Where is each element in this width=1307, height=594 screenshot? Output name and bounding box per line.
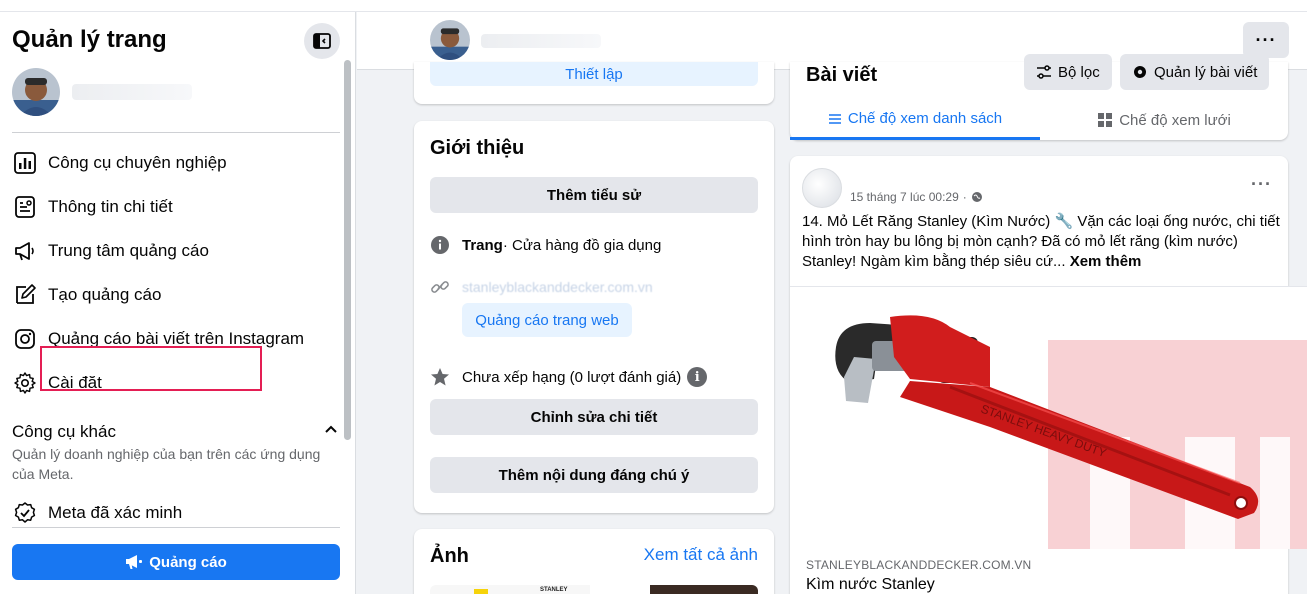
info-icon[interactable]: i (687, 367, 708, 387)
bar-chart-icon (12, 150, 38, 176)
add-featured-button[interactable]: Thêm nội dung đáng chú ý (430, 457, 758, 493)
chevron-up-icon[interactable] (324, 422, 338, 441)
photo-thumbnail[interactable]: STANLEY (430, 585, 590, 594)
sidebar-toggle-icon (313, 33, 331, 49)
sidebar-item-professional-tools[interactable]: Công cụ chuyên nghiệp (12, 146, 227, 180)
link-preview-title[interactable]: Kìm nước Stanley (806, 576, 935, 594)
create-ad-button[interactable]: Quảng cáo (12, 544, 340, 580)
page-profile-name-blurred (72, 84, 192, 100)
post-image[interactable]: STANLEY HEAVY DUTY (790, 286, 1307, 549)
divider (12, 527, 340, 528)
pencil-icon (12, 282, 38, 308)
post-options-button[interactable]: ··· (1251, 174, 1272, 195)
see-all-photos-link[interactable]: Xem tất cả ảnh (644, 545, 758, 565)
setup-card: Thiết lập (414, 62, 774, 104)
edit-details-button[interactable]: Chỉnh sửa chi tiết (430, 399, 758, 435)
posts-title: Bài viết (806, 64, 878, 86)
avatar-image (12, 68, 60, 116)
sidebar-item-insights[interactable]: Thông tin chi tiết (12, 190, 173, 224)
photo-thumbnail[interactable] (650, 585, 758, 594)
meta-separator: · (962, 190, 967, 204)
tab-grid-view[interactable]: Chế độ xem lưới (1040, 100, 1288, 140)
collapse-sidebar-button[interactable] (304, 23, 340, 59)
browser-top-strip (0, 0, 1307, 12)
intro-title: Giới thiệu (430, 137, 525, 159)
tab-label: Chế độ xem danh sách (847, 110, 1003, 127)
filter-button[interactable]: Bộ lọc (1024, 54, 1112, 90)
header-more-button[interactable]: ··· (1243, 22, 1289, 58)
tab-label: Chế độ xem lưới (1119, 111, 1231, 129)
sidebar-item-label: Thông tin chi tiết (48, 197, 173, 216)
gear-icon (12, 370, 38, 396)
sidebar-item-meta-verified[interactable]: Meta đã xác minh (12, 496, 182, 530)
other-tools-title: Công cụ khác (12, 422, 116, 441)
rating-text: Chưa xếp hạng (0 lượt đánh giá) (462, 368, 682, 386)
page-profile-avatar[interactable] (12, 68, 60, 116)
verified-badge-icon (12, 500, 38, 526)
sidebar-item-label: Meta đã xác minh (48, 503, 183, 522)
pipe-wrench-image: STANLEY HEAVY DUTY (835, 315, 1307, 549)
filter-label: Bộ lọc (1058, 63, 1100, 81)
post-time[interactable]: 15 tháng 7 lúc 00:29 (850, 190, 959, 204)
see-more-link[interactable]: Xem thêm (1070, 253, 1142, 270)
post-card: 15 tháng 7 lúc 00:29 · ··· 14. Mỏ Lết Ră… (790, 156, 1307, 594)
sidebar-item-label: Trung tâm quảng cáo (48, 241, 209, 260)
other-tools-description: Quản lý doanh nghiệp của bạn trên các ứn… (12, 446, 321, 482)
post-body: 14. Mỏ Lết Răng Stanley (Kìm Nước) 🔧 Vặn… (802, 212, 1292, 272)
sidebar-title: Quản lý trang (12, 26, 167, 53)
posts-header-card: Bài viết Bộ lọc Quản lý bài viết Chế độ … (790, 54, 1288, 140)
post-author-avatar[interactable] (802, 168, 842, 208)
photos-title: Ảnh (430, 545, 469, 567)
category-row: Trang · Cửa hàng đồ gia dụng (430, 235, 661, 255)
filter-icon (1037, 65, 1051, 79)
list-icon (828, 113, 841, 124)
website-row: stanleyblackanddecker.com.vn (430, 277, 653, 297)
avatar-image (430, 20, 470, 60)
gear-icon (1134, 66, 1146, 78)
manage-posts-label: Quản lý bài viết (1154, 63, 1258, 81)
photos-card: Ảnh Xem tất cả ảnh STANLEY (414, 529, 774, 594)
manage-posts-button[interactable]: Quản lý bài viết (1120, 54, 1270, 90)
category-label: Trang (462, 236, 503, 254)
sidebar-item-ad-center[interactable]: Trung tâm quảng cáo (12, 234, 209, 268)
star-icon (430, 367, 450, 387)
link-preview-domain: STANLEYBLACKANDDECKER.COM.VN (806, 558, 1032, 572)
intro-card: Giới thiệu Thêm tiểu sử Trang · Cửa hàng… (414, 121, 774, 513)
megaphone-icon (126, 555, 143, 569)
tab-list-view[interactable]: Chế độ xem danh sách (790, 100, 1040, 140)
link-icon (430, 277, 450, 297)
info-circle-icon (430, 235, 450, 255)
divider (12, 132, 340, 133)
sidebar-scrollbar[interactable] (344, 60, 351, 440)
promote-website-button[interactable]: Quảng cáo trang web (462, 303, 632, 337)
post-meta: 15 tháng 7 lúc 00:29 · (850, 190, 983, 204)
setup-button[interactable]: Thiết lập (430, 62, 758, 86)
sidebar-item-label: Công cụ chuyên nghiệp (48, 153, 227, 172)
sidebar-item-create-ad[interactable]: Tạo quảng cáo (12, 278, 161, 312)
add-bio-button[interactable]: Thêm tiểu sử (430, 177, 758, 213)
instagram-icon (12, 326, 38, 352)
settings-highlight-annotation (40, 346, 262, 391)
create-ad-label: Quảng cáo (149, 553, 227, 571)
sidebar-item-label: Tạo quảng cáo (48, 285, 162, 304)
header-page-name-blurred (481, 34, 601, 48)
header-avatar[interactable] (430, 20, 470, 60)
category-value: · Cửa hàng đồ gia dụng (502, 236, 662, 254)
insights-icon (12, 194, 38, 220)
post-body-text: 14. Mỏ Lết Răng Stanley (Kìm Nước) 🔧 Vặn… (802, 213, 1280, 270)
megaphone-icon (12, 238, 38, 264)
rating-row: Chưa xếp hạng (0 lượt đánh giá) i (430, 367, 708, 387)
website-link[interactable]: stanleyblackanddecker.com.vn (462, 279, 653, 295)
manage-page-sidebar: Quản lý trang Công cụ chuyên nghiệp Thôn… (0, 12, 356, 594)
grid-icon (1098, 113, 1113, 127)
globe-icon (971, 192, 982, 202)
